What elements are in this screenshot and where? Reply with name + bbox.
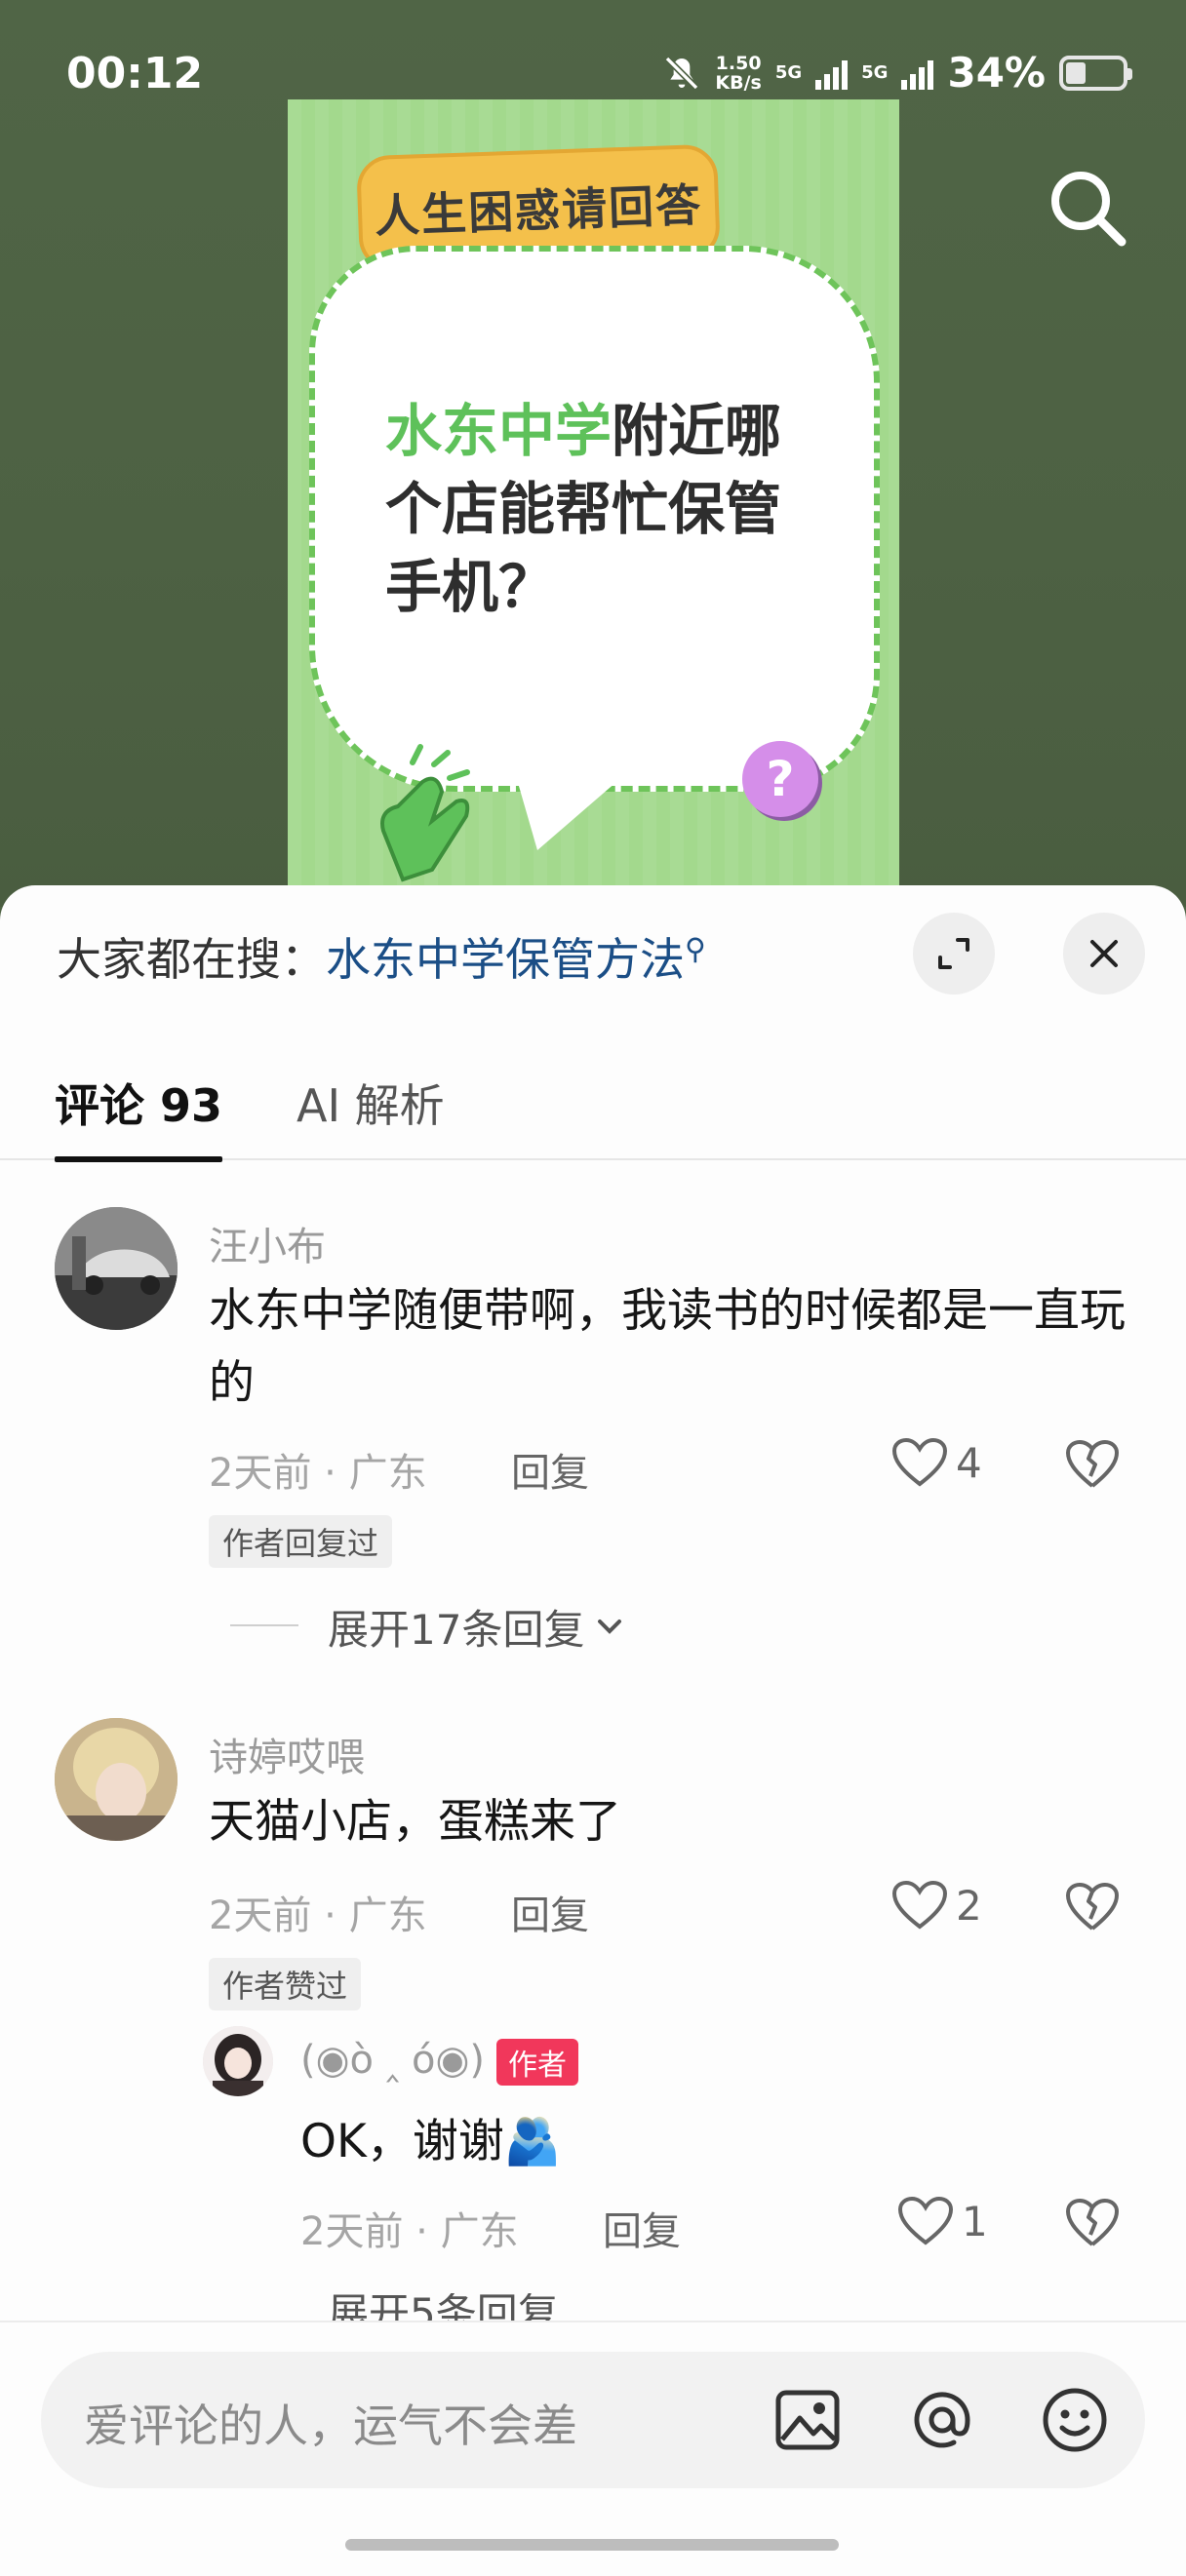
mention-icon[interactable] [903,2381,981,2459]
comment-meta: 2天前 · 广东 [209,1451,427,1496]
avatar[interactable] [203,2026,273,2096]
battery-percent: 34% [947,49,1046,97]
close-button[interactable] [1063,913,1145,995]
avatar[interactable] [55,1207,178,1330]
emoji-icon[interactable] [1036,2381,1114,2459]
broken-heart-icon[interactable] [1065,1882,1120,1932]
sub-reply-user-name[interactable]: (◉ò ‸ ó◉) [300,2038,485,2083]
sub-reply-username: (◉ò ‸ ó◉) 作者 [300,2038,578,2086]
like-button[interactable]: 2 [891,1880,982,1931]
close-icon [1090,940,1118,967]
speed-unit: KB/s [715,71,762,94]
author-avatar-icon [203,2026,273,2096]
image-icon[interactable] [769,2381,847,2459]
poster-badge-text: 人生困惑请回答 [374,178,703,243]
heart-icon [897,2196,954,2245]
hot-search-prefix: 大家都在搜： [57,933,326,986]
hot-search-keyword[interactable]: 水东中学保管方法 [326,933,685,986]
broken-heart-icon[interactable] [1065,2198,1120,2248]
network-speed: 1.50 KB/s [715,54,761,93]
divider-line [230,1624,298,1626]
heart-icon [891,1437,948,1487]
expand-replies-button[interactable]: 展开17条回复 [328,1597,627,1657]
comment-input-placeholder: 爱评论的人，运气不会差 [84,2400,577,2452]
comment-text[interactable]: 天猫小店，蛋糕来了 [209,1786,1135,1858]
like-button[interactable]: 4 [891,1437,982,1488]
car-photo-icon [55,1207,178,1330]
comment-input[interactable]: 爱评论的人，运气不会差 [41,2352,1145,2488]
speed-value: 1.50 [715,52,762,74]
like-count: 2 [956,1881,982,1930]
reply-button[interactable]: 回复 [511,1441,589,1498]
comment-username[interactable]: 诗婷哎喂 [209,1726,365,1782]
like-count: 4 [956,1438,982,1487]
like-button[interactable]: 1 [897,2196,988,2246]
author-badge: 作者 [495,2039,578,2086]
expand-replies-label: 展开17条回复 [328,1606,585,1654]
comment-input-bar: 爱评论的人，运气不会差 [0,2321,1186,2576]
reply-button[interactable]: 回复 [511,1884,589,1940]
comment-text[interactable]: 水东中学随便带啊，我读书的时候都是一直玩的 [209,1275,1135,1420]
battery-icon [1059,55,1132,91]
poster-question-highlight: 水东中学 [385,398,613,464]
home-indicator[interactable] [345,2539,839,2551]
network-type-2: 5G [861,62,889,83]
tab-comments[interactable]: 评论 93 [55,1071,223,1162]
tab-ai-analysis[interactable]: AI 解析 [296,1071,445,1135]
signal-icon [815,57,849,90]
search-icon[interactable] [1044,164,1131,252]
clapping-hands-icon [380,744,470,882]
author-replied-tag: 作者回复过 [209,1515,393,1568]
status-icons: 1.50 KB/s 5G 5G 34% [662,49,1132,97]
comment-meta: 2天前 · 广东 [209,1893,427,1938]
status-time: 00:12 [66,49,204,98]
hot-search-link[interactable]: 大家都在搜：水东中学保管方法⚲ [57,924,706,989]
user-photo-icon [55,1718,178,1841]
speech-bubble-tail [512,762,639,850]
heart-icon [891,1880,948,1930]
comment-username[interactable]: 汪小布 [209,1215,326,1271]
video-poster: 人生困惑请回答 水东中学附近哪个店能帮忙保管手机？ ? [288,99,899,907]
question-mark-icon: ? [742,741,818,817]
search-small-icon: ⚲ [685,932,706,967]
signal-icon [901,57,934,90]
chevron-down-icon [598,1619,622,1634]
broken-heart-icon[interactable] [1065,1439,1120,1490]
comment-tabs: 评论 93 AI 解析 [0,1051,1186,1162]
like-count: 1 [962,2197,988,2245]
sub-reply-meta: 2天前 · 广东 [300,2209,519,2254]
mute-icon [665,56,699,90]
sub-reply-text[interactable]: OK，谢谢🫂 [300,2106,1129,2178]
network-type-1: 5G [774,62,803,83]
reply-button[interactable]: 回复 [603,2200,681,2256]
expand-sheet-button[interactable] [913,913,995,995]
avatar[interactable] [55,1718,178,1841]
poster-question: 水东中学附近哪个店能帮忙保管手机？ [385,392,814,626]
author-liked-tag: 作者赞过 [209,1958,362,2010]
expand-icon [938,938,969,969]
